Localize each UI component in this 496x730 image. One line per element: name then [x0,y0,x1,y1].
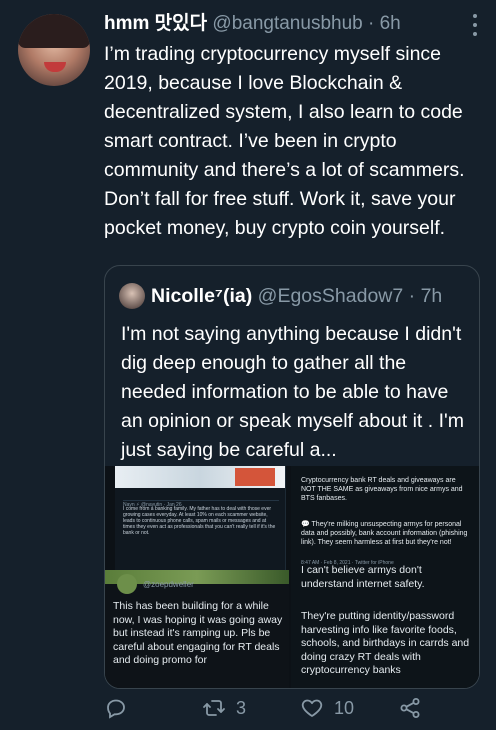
more-dot [473,32,477,36]
media-screenshot-4: I can't believe armys don't understand i… [291,564,479,688]
quoted-author-name: Nicolle⁷(ia) [151,284,253,307]
screenshot-user: @zoepdweller [143,580,194,589]
avatar-hair [18,14,90,48]
screenshot-action-row [123,492,279,501]
screenshot-text: 💬 They're milking unsuspecting armys for… [301,521,468,546]
screenshot-text: I can't believe armys don't understand i… [301,564,425,590]
retweet-button[interactable]: 3 [202,690,246,726]
media-screenshot-1: Nayn ⚡ @nayutin · Jan 26 I come from a b… [115,466,286,570]
retweet-count: 3 [236,697,247,718]
screenshot-text: I come from a banking family. My father … [123,506,276,536]
screenshot-text: They're putting identity/password harves… [301,610,470,676]
quoted-tweet[interactable]: Nicolle⁷(ia) @EgosShadow7 · 7h I'm not s… [104,265,480,689]
screenshot-text: This has been building for a while now, … [113,600,283,666]
author-handle[interactable]: @bangtanusbhub [212,13,362,34]
like-count: 10 [334,697,355,718]
quoted-avatar [119,282,145,309]
reply-button[interactable] [104,690,138,726]
like-button[interactable]: 10 [300,690,354,726]
tweet-actions: 3 10 [104,690,474,726]
quoted-media-collage[interactable]: Nayn ⚡ @nayutin · Jan 26 I come from a b… [105,466,479,688]
tweet-header: hmm 맛있다 @bangtanusbhub · 6h [104,12,462,36]
quoted-header: Nicolle⁷(ia) @EgosShadow7 · 7h [119,280,469,310]
author-avatar[interactable] [18,14,90,86]
tweet-time[interactable]: 6h [380,13,401,34]
author-name[interactable]: hmm 맛있다 [104,13,207,34]
like-icon [301,699,323,717]
more-icon[interactable] [470,14,480,36]
retweet-icon [203,700,225,716]
share-button[interactable] [398,690,422,726]
more-dot [473,23,477,27]
reply-icon [107,699,125,719]
tweet-text: I’m trading cryptocurrency myself since … [104,43,465,239]
screenshot-avatar [117,574,137,594]
screenshot-text: Cryptocurrency bank RT deals and giveawa… [301,477,463,502]
share-icon [400,698,420,718]
more-dot [473,14,477,18]
quoted-author-handle: @EgosShadow7 [257,284,404,307]
media-screenshot-3: @zoepdweller This has been building for … [105,570,289,688]
avatar-mouth [44,62,66,72]
media-screenshot-2: Cryptocurrency bank RT deals and giveawa… [291,466,479,570]
quoted-text: I'm not saying anything because I didn't… [121,323,464,461]
screenshot-image-block [235,468,275,486]
time-separator: · [362,13,380,34]
quoted-separator: · [403,284,421,307]
quoted-time: 7h [420,284,443,307]
